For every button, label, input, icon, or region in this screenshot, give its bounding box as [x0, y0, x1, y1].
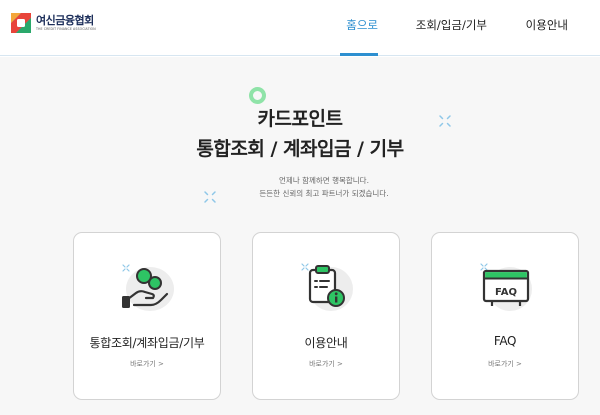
- card-faq[interactable]: FAQ FAQ 바로가기 >: [431, 232, 579, 400]
- nav-home[interactable]: 홈으로: [346, 17, 378, 33]
- clipboard-info-icon: [301, 263, 353, 311]
- card-shortcut-link[interactable]: 바로가기 >: [74, 359, 220, 369]
- hero-description-line1: 언제나 함께하면 행복합니다.: [279, 176, 369, 185]
- logo-mark-icon: [10, 12, 32, 34]
- svg-text:FAQ: FAQ: [495, 287, 517, 298]
- card-shortcut-link[interactable]: 바로가기 >: [432, 359, 578, 369]
- card-shortcut-link[interactable]: 바로가기 >: [253, 359, 399, 369]
- card-title: 통합조회/계좌입금/기부: [89, 336, 205, 350]
- faq-window-icon: FAQ: [480, 263, 532, 311]
- hero-title-line1: 카드포인트: [257, 108, 343, 130]
- logo-name: 여신금융협회: [36, 13, 94, 27]
- site-header: 여신금융협회 THE CREDIT FINANCE ASSOCIATION 홈으…: [0, 0, 600, 56]
- card-guide[interactable]: 이용안내 바로가기 >: [252, 232, 400, 400]
- card-inquiry-deposit-donate[interactable]: 통합조회/계좌입금/기부 바로가기 >: [73, 232, 221, 400]
- nav-inquiry-deposit-donate[interactable]: 조회/입금/기부: [416, 17, 487, 33]
- site-logo[interactable]: 여신금융협회 THE CREDIT FINANCE ASSOCIATION: [10, 12, 96, 34]
- hero-description-line2: 든든한 신뢰의 최고 파트너가 되겠습니다.: [259, 189, 389, 198]
- card-title: 이용안내: [304, 336, 348, 350]
- card-title: FAQ: [493, 334, 517, 348]
- nav-guide[interactable]: 이용안내: [526, 17, 568, 33]
- coin-hand-icon: [122, 264, 174, 311]
- decorative-ring-icon: [249, 87, 266, 104]
- main-content: 카드포인트 통합조회 / 계좌입금 / 기부 언제나 함께하면 행복합니다. 든…: [0, 57, 600, 415]
- hero-title-line2: 통합조회 / 계좌입금 / 기부: [196, 138, 404, 160]
- nav-active-underline: [340, 53, 378, 56]
- logo-subtitle: THE CREDIT FINANCE ASSOCIATION: [36, 26, 96, 31]
